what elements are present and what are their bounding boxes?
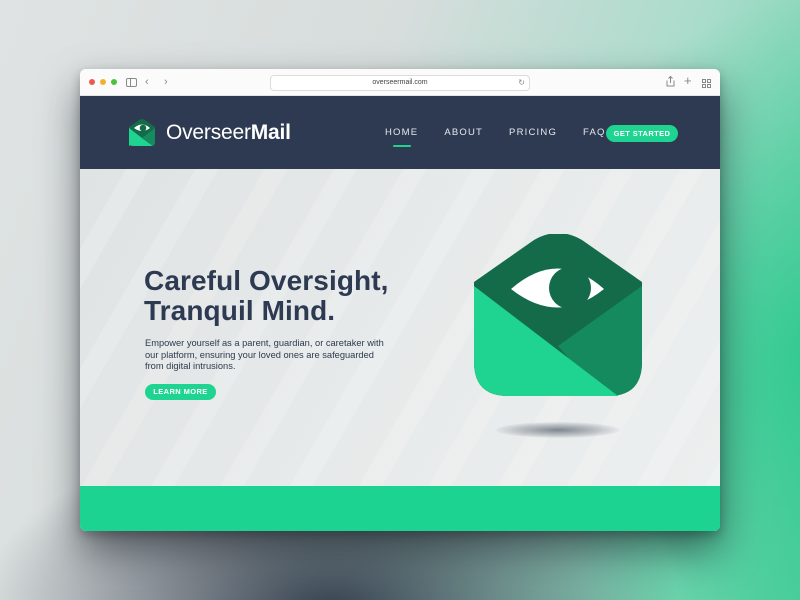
headline-line-2: Tranquil Mind. <box>144 295 336 326</box>
hero-headline: Careful Oversight, Tranquil Mind. <box>144 266 389 326</box>
nav-pricing[interactable]: PRICING <box>509 127 557 138</box>
brand-name-bold: Mail <box>250 121 291 144</box>
get-started-button[interactable]: GET STARTED <box>606 125 678 142</box>
nav-faq[interactable]: FAQ <box>583 127 606 138</box>
zoom-window-button[interactable] <box>111 79 117 85</box>
tab-overview-icon[interactable] <box>702 78 711 92</box>
headline-line-1: Careful Oversight, <box>144 265 389 296</box>
back-icon[interactable]: ‹ <box>145 75 149 89</box>
share-icon[interactable] <box>666 75 675 91</box>
hero-section: Careful Oversight, Tranquil Mind. Empowe… <box>80 169 720 486</box>
browser-window: ‹ › overseermail.com ↻ + OverseerMail HO… <box>80 69 720 531</box>
nav-home[interactable]: HOME <box>385 127 418 138</box>
sidebar-icon[interactable] <box>126 78 137 87</box>
envelope-eye-icon <box>474 234 642 396</box>
browser-toolbar: ‹ › overseermail.com ↻ + <box>80 69 720 96</box>
new-tab-icon[interactable]: + <box>684 74 692 88</box>
nav-about[interactable]: ABOUT <box>444 127 483 138</box>
illustration-shadow <box>496 422 620 438</box>
footer-band <box>80 486 720 531</box>
reload-icon[interactable]: ↻ <box>518 76 525 90</box>
logo[interactable]: OverseerMail <box>126 118 291 148</box>
hero-description: Empower yourself as a parent, guardian, … <box>145 338 384 371</box>
site-header: OverseerMail HOME ABOUT PRICING FAQ GET … <box>80 96 720 169</box>
learn-more-button[interactable]: LEARN MORE <box>145 384 216 400</box>
eye-pupil <box>549 267 591 309</box>
url-text: overseermail.com <box>372 79 428 86</box>
forward-icon[interactable]: › <box>164 75 168 89</box>
envelope-eye-logo-icon <box>129 119 155 146</box>
close-window-button[interactable] <box>89 79 95 85</box>
main-nav: HOME ABOUT PRICING FAQ <box>385 96 632 169</box>
window-controls <box>89 79 117 85</box>
brand-name: OverseerMail <box>166 121 291 145</box>
address-bar[interactable]: overseermail.com ↻ <box>270 75 530 91</box>
brand-name-light: Overseer <box>166 121 251 144</box>
minimize-window-button[interactable] <box>100 79 106 85</box>
